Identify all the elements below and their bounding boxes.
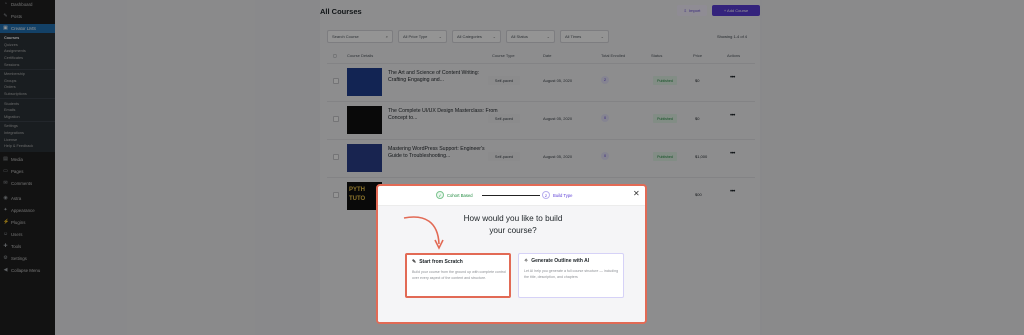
close-icon[interactable]: ✕	[633, 190, 640, 198]
card-description: Build your course from the ground up wit…	[412, 270, 506, 280]
card-description: Let AI help you generate a full course s…	[524, 269, 619, 279]
step-cohort-based: ✓ Cohort Based	[436, 191, 473, 199]
start-from-scratch-card[interactable]: ✎ Start from Scratch Build your course fr…	[405, 253, 511, 298]
modal-heading: How would you like to build your course?	[463, 214, 563, 235]
modal-body: How would you like to build your course?…	[378, 206, 645, 322]
step-build-type: 2 Build Type	[542, 191, 572, 199]
sparkle-icon: ✧	[524, 258, 529, 264]
check-icon: ✓	[436, 191, 444, 199]
pencil-icon: ✎	[412, 259, 417, 265]
build-type-modal: ✓ Cohort Based 2 Build Type ✕ How would …	[376, 184, 647, 324]
step-number: 2	[542, 191, 550, 199]
modal-stepper: ✓ Cohort Based 2 Build Type ✕	[378, 186, 645, 206]
step-connector	[482, 195, 540, 196]
generate-outline-ai-card[interactable]: ✧ Generate Outline with AI Let AI help yo…	[518, 253, 624, 298]
